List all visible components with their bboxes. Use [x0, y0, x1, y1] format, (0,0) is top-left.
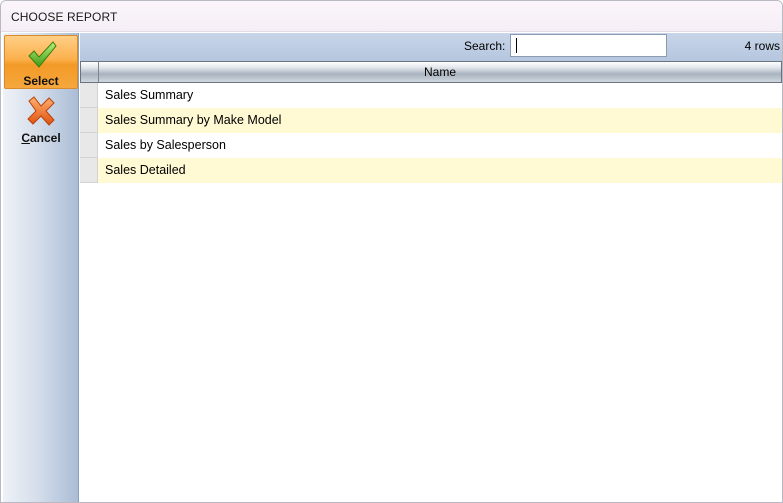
cancel-button[interactable]: Cancel	[4, 93, 78, 149]
text-caret	[516, 38, 517, 53]
row-selector[interactable]	[80, 133, 98, 158]
table-row[interactable]: Sales by Salesperson	[80, 133, 782, 158]
checkmark-icon	[28, 41, 57, 68]
cell-name[interactable]: Sales Summary by Make Model	[98, 108, 782, 133]
action-sidebar: Select Cancel	[3, 33, 79, 502]
table-row[interactable]: Sales Detailed	[80, 158, 782, 183]
cancel-x-icon	[27, 96, 55, 126]
cancel-button-label: Cancel	[4, 131, 78, 145]
title-bar: CHOOSE REPORT	[1, 1, 782, 32]
row-selector[interactable]	[80, 108, 98, 133]
report-grid: Sales Summary Sales Summary by Make Mode…	[80, 83, 782, 502]
search-toolbar: Search: 4 rows	[80, 33, 782, 61]
window-title: CHOOSE REPORT	[11, 10, 118, 24]
row-selector[interactable]	[80, 158, 98, 183]
cell-name[interactable]: Sales Summary	[98, 83, 782, 108]
cell-name[interactable]: Sales by Salesperson	[98, 133, 782, 158]
table-row[interactable]: Sales Summary by Make Model	[80, 108, 782, 133]
cancel-label-rest: ancel	[29, 131, 61, 145]
search-label: Search:	[464, 39, 506, 53]
row-selector[interactable]	[80, 83, 98, 108]
grid-header: Name	[80, 61, 782, 83]
select-button-label: Select	[23, 74, 59, 88]
table-row[interactable]: Sales Summary	[80, 83, 782, 108]
cell-name[interactable]: Sales Detailed	[98, 158, 782, 183]
grid-corner	[81, 62, 99, 82]
search-input[interactable]	[510, 34, 667, 57]
select-button[interactable]: Select	[4, 35, 78, 89]
row-count: 4 rows	[744, 39, 780, 53]
choose-report-window: CHOOSE REPORT Select Cancel Search: 4 ro…	[0, 0, 783, 503]
cancel-mnemonic: C	[21, 131, 30, 145]
column-header-name[interactable]: Name	[99, 65, 781, 79]
